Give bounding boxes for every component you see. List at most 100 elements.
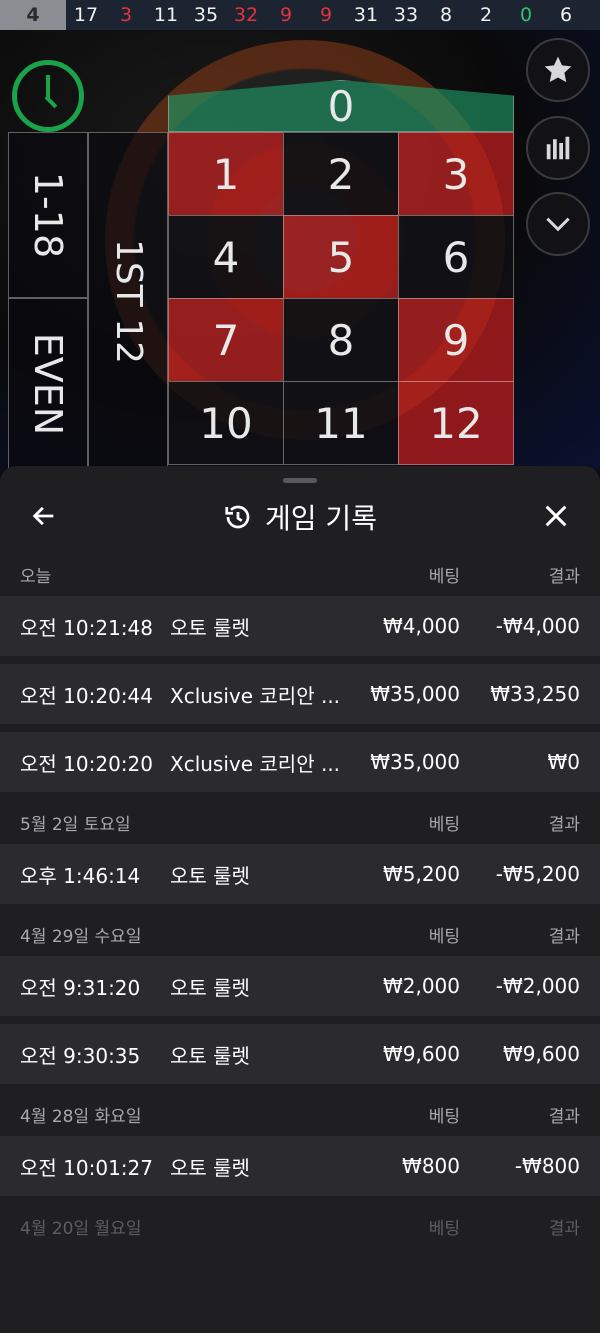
bet-cell-number[interactable]: 5	[283, 215, 399, 299]
history-number: 4	[0, 0, 66, 30]
result-amount: ₩33,250	[490, 682, 580, 706]
close-icon	[545, 505, 567, 527]
result-amount: -₩800	[514, 1154, 580, 1178]
close-button[interactable]	[542, 502, 570, 534]
betting-board: 0 1-18 EVEN 1ST 12 1 2 3 4 5 6 7 8 9 10 11 12	[8, 80, 518, 470]
bet-column-header: 베팅	[428, 566, 460, 587]
result-column-header: 결과	[548, 1218, 580, 1239]
round-time: 오전 10:20:20	[20, 751, 153, 776]
history-number: 6	[559, 4, 573, 26]
chevron-down-icon	[546, 217, 570, 232]
game-name: 오토 룰렛	[170, 863, 250, 888]
game-name: 오토 룰렛	[170, 615, 250, 640]
bet-cell-number[interactable]: 8	[283, 298, 399, 382]
history-row[interactable]: 오전 10:20:20 Xclusive 코리안 ... ₩35,000 ₩0	[0, 732, 600, 792]
bet-label-dozen-1: 1ST 12	[107, 238, 149, 364]
section-date: 4월 29일 수요일	[20, 926, 142, 947]
bet-column-header: 베팅	[428, 1218, 460, 1239]
statistics-button[interactable]	[526, 116, 590, 180]
star-icon	[544, 56, 572, 83]
game-area: 0 1-18 EVEN 1ST 12 1 2 3 4 5 6 7 8 9 10 11 12	[0, 30, 600, 470]
bet-cell-number[interactable]: 10	[168, 381, 284, 465]
history-row[interactable]: 오전 10:01:27 오토 룰렛 ₩800 -₩800	[0, 1136, 600, 1196]
game-name: Xclusive 코리안 ...	[170, 683, 341, 708]
bet-column-header: 베팅	[428, 926, 460, 947]
history-number: 35	[193, 4, 219, 26]
date-section-header: 오늘 베팅 결과	[0, 552, 600, 596]
bet-cell-number[interactable]: 7	[168, 298, 284, 382]
result-amount: -₩2,000	[495, 974, 580, 998]
sheet-header: 게임 기록	[0, 488, 600, 546]
sheet-grab-handle[interactable]	[283, 478, 317, 483]
section-date: 4월 20일 월요일	[20, 1218, 142, 1239]
game-name: 오토 룰렛	[170, 1155, 250, 1180]
result-amount: ₩0	[547, 750, 581, 774]
history-number: 9	[279, 4, 293, 26]
bet-cell-number[interactable]: 9	[398, 298, 514, 382]
history-number: 32	[233, 4, 259, 26]
bet-cell-number[interactable]: 6	[398, 215, 514, 299]
game-name: 오토 룰렛	[170, 975, 250, 1000]
collapse-button[interactable]	[526, 192, 590, 256]
history-row[interactable]: 오전 9:31:20 오토 룰렛 ₩2,000 -₩2,000	[0, 956, 600, 1016]
bet-cell-number[interactable]: 2	[283, 132, 399, 216]
bet-amount: ₩4,000	[382, 614, 460, 638]
round-time: 오전 10:20:44	[20, 683, 153, 708]
game-history-sheet: 게임 기록 오늘 베팅 결과 오전 10:21:48 오토 룰렛 ₩4,000 -₩4,00…	[0, 466, 600, 1333]
round-time: 오전 10:01:27	[20, 1155, 153, 1180]
bet-cell-number[interactable]: 3	[398, 132, 514, 216]
bet-label-even: EVEN	[26, 332, 71, 436]
bet-cell-dozen-1[interactable]: 1ST 12	[88, 132, 168, 470]
bet-cell-number[interactable]: 1	[168, 132, 284, 216]
history-row[interactable]: 오전 9:30:35 오토 룰렛 ₩9,600 ₩9,600	[0, 1024, 600, 1084]
bet-cell-1-18[interactable]: 1-18	[8, 132, 88, 298]
game-name: Xclusive 코리안 ...	[170, 751, 341, 776]
result-amount: ₩9,600	[502, 1042, 580, 1066]
date-section-header: 4월 28일 화요일 베팅 결과	[0, 1092, 600, 1136]
bet-column-header: 베팅	[428, 1106, 460, 1127]
bet-column-header: 베팅	[428, 814, 460, 835]
history-row[interactable]: 오전 10:21:48 오토 룰렛 ₩4,000 -₩4,000	[0, 596, 600, 656]
history-number: 31	[353, 4, 379, 26]
history-number: 0	[519, 4, 533, 26]
history-number: 33	[393, 4, 419, 26]
history-row[interactable]: 오전 10:20:44 Xclusive 코리안 ... ₩35,000 ₩33,25…	[0, 664, 600, 724]
history-row[interactable]: 오후 1:46:14 오토 룰렛 ₩5,200 -₩5,200	[0, 844, 600, 904]
history-number: 8	[439, 4, 453, 26]
bet-cell-even[interactable]: EVEN	[8, 298, 88, 470]
game-name: 오토 룰렛	[170, 1043, 250, 1068]
history-number: 2	[479, 4, 493, 26]
result-column-header: 결과	[548, 926, 580, 947]
date-section-header: 4월 20일 월요일 베팅 결과	[0, 1204, 600, 1248]
history-number: 9	[319, 4, 333, 26]
round-time: 오전 10:21:48	[20, 615, 153, 640]
history-icon	[225, 505, 250, 529]
round-time: 오전 9:31:20	[20, 975, 141, 1000]
history-list: 오늘 베팅 결과 오전 10:21:48 오토 룰렛 ₩4,000 -₩4,000 오전 10…	[0, 552, 600, 1248]
result-column-header: 결과	[548, 566, 580, 587]
sheet-title: 게임 기록	[265, 502, 377, 535]
bet-label-1-18: 1-18	[26, 171, 70, 259]
result-amount: -₩4,000	[495, 614, 580, 638]
date-section-header: 5월 2일 토요일 베팅 결과	[0, 800, 600, 844]
bet-amount: ₩35,000	[370, 750, 460, 774]
favorites-button[interactable]	[526, 38, 590, 102]
date-section-header: 4월 29일 수요일 베팅 결과	[0, 912, 600, 956]
section-date: 4월 28일 화요일	[20, 1106, 142, 1127]
bet-amount: ₩2,000	[382, 974, 460, 998]
history-number: 17	[73, 4, 99, 26]
bet-amount: ₩9,600	[382, 1042, 460, 1066]
section-date: 오늘	[20, 566, 52, 587]
history-number: 11	[153, 4, 179, 26]
result-column-header: 결과	[548, 814, 580, 835]
bet-cell-number[interactable]: 12	[398, 381, 514, 465]
bet-amount: ₩800	[402, 1154, 460, 1178]
section-date: 5월 2일 토요일	[20, 814, 131, 835]
bar-chart-icon	[546, 136, 570, 160]
result-amount: -₩5,200	[495, 862, 580, 886]
clock-icon[interactable]	[12, 60, 84, 132]
results-history-strip: 4 17 3 11 35 32 9 9 31 33 8 2 0 6	[0, 0, 600, 30]
bet-amount: ₩35,000	[370, 682, 460, 706]
bet-cell-number[interactable]: 4	[168, 215, 284, 299]
bet-cell-number[interactable]: 11	[283, 381, 399, 465]
